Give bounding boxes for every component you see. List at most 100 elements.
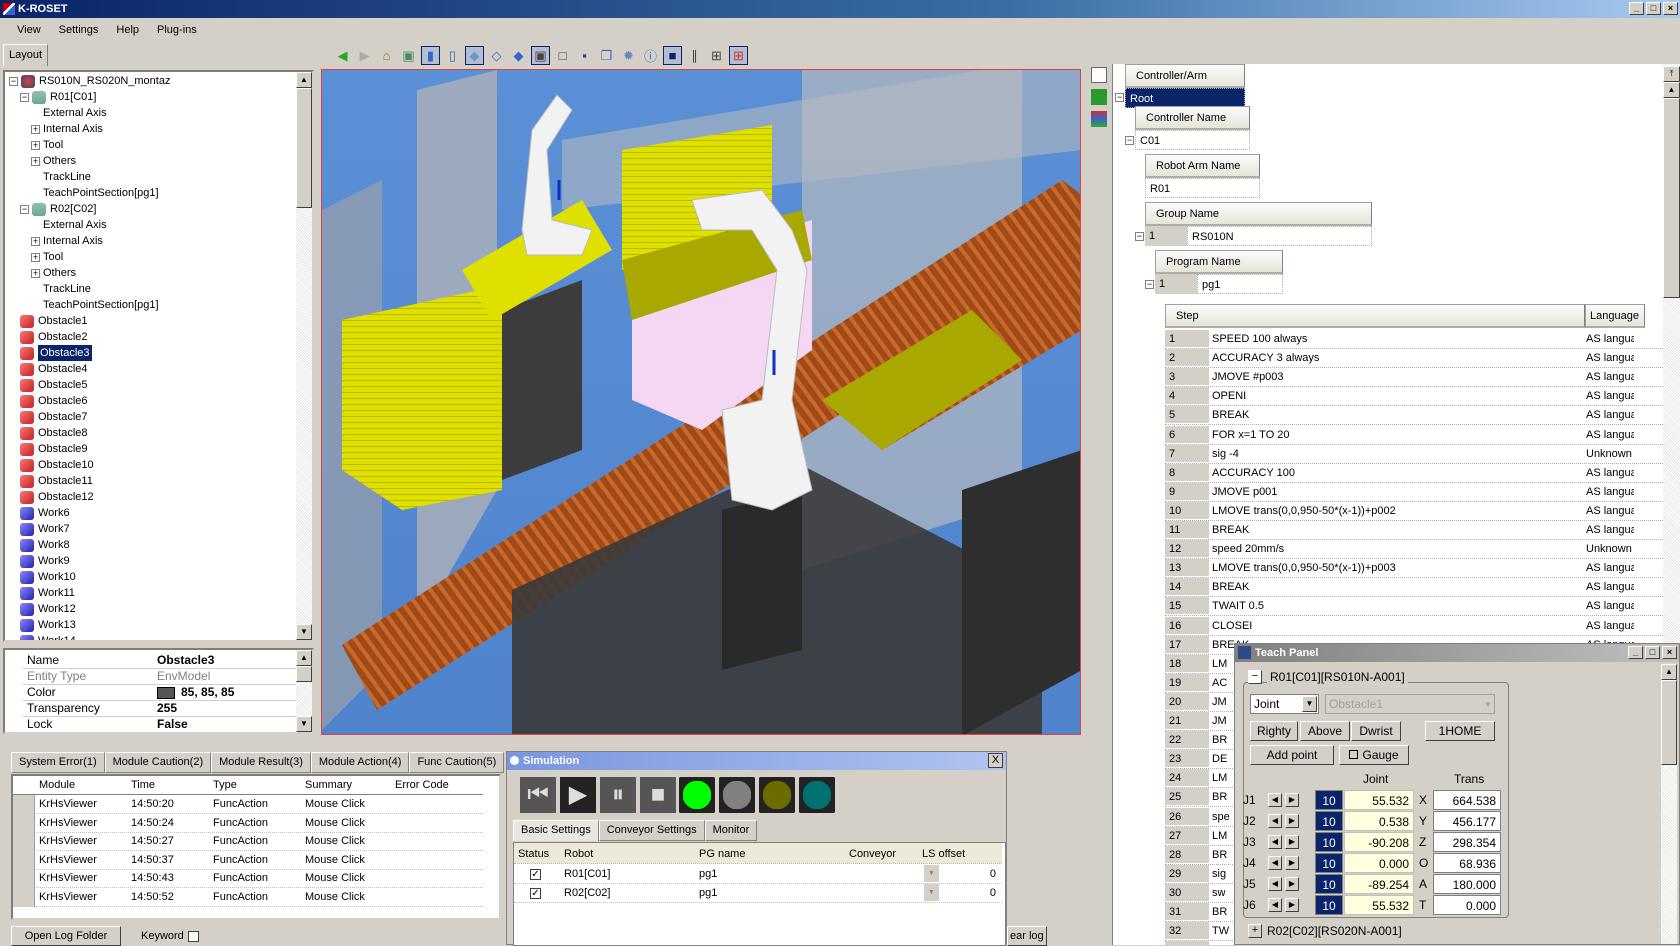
property-value[interactable]: False [157, 716, 188, 732]
scroll-down-button[interactable]: ▼ [296, 716, 312, 732]
controller-cell[interactable]: C01 [1135, 130, 1250, 150]
teach-close-button[interactable]: × [1662, 646, 1677, 659]
trans-value-field[interactable]: 298.354 [1433, 832, 1501, 852]
step-row[interactable]: 15TWAIT 0.5 AS language [1165, 597, 1680, 617]
trans-value-field[interactable]: 456.177 [1433, 811, 1501, 831]
tree-item[interactable]: + Internal Axis [31, 121, 103, 137]
expand-icon[interactable]: + [31, 236, 40, 246]
row-header[interactable] [13, 832, 35, 851]
collapse-icon[interactable]: − [9, 76, 18, 86]
column-header[interactable]: Time [131, 776, 155, 794]
step-row[interactable]: 13 LMOVE trans(0,0,950-50*(x-1))+p003 AS l… [1165, 559, 1680, 579]
expand-icon[interactable]: + [31, 268, 40, 278]
tab-layout[interactable]: Layout [3, 44, 48, 66]
robot-arm-header[interactable]: Robot Arm Name [1145, 154, 1260, 178]
log-tab[interactable]: Module Result(3) [211, 752, 311, 773]
collapse-root-icon[interactable]: − [1115, 93, 1124, 102]
copy-icon[interactable]: ❐ [597, 46, 616, 65]
property-value[interactable]: 85, 85, 85 [157, 684, 234, 701]
table-row[interactable]: KrHsViewer 14:50:27 FuncAction Mouse Click [13, 832, 483, 851]
scroll-up-button[interactable]: ▲ [296, 650, 312, 666]
conveyor-dropdown[interactable]: ▼ [924, 884, 939, 901]
jog-plus-button[interactable]: ▶ [1285, 898, 1299, 912]
joint-value-field[interactable]: -90.208 [1344, 832, 1414, 852]
joint-value-field[interactable]: 0.538 [1344, 811, 1414, 831]
table-row[interactable]: KrHsViewer 14:50:52 FuncAction Mouse Click [13, 887, 483, 907]
jog-minus-button[interactable]: ◀ [1268, 793, 1282, 807]
group-name-header[interactable]: Group Name [1145, 202, 1372, 226]
menu-settings[interactable]: Settings [50, 19, 108, 41]
dwrist-button[interactable]: Dwrist [1351, 721, 1401, 741]
tree-item[interactable]: TrackLine [31, 281, 91, 297]
row-header[interactable] [13, 850, 35, 870]
property-value[interactable]: 255 [157, 700, 177, 717]
joint-value-field[interactable]: -89.254 [1344, 874, 1414, 894]
scroll-thumb[interactable] [1661, 680, 1677, 765]
log-tab[interactable]: Module Caution(2) [104, 752, 212, 773]
jog-plus-button[interactable]: ▶ [1285, 814, 1299, 828]
row-header[interactable] [13, 869, 35, 888]
jog-minus-button[interactable]: ◀ [1268, 835, 1282, 849]
tree-item[interactable]: Obstacle4 [20, 361, 88, 377]
program-cell[interactable]: pg1 [1197, 274, 1283, 294]
step-row[interactable]: 11BREAK AS language [1165, 521, 1680, 540]
scroll-thumb[interactable] [296, 666, 312, 682]
property-row[interactable]: Transparency 255 [23, 700, 298, 717]
tree-item[interactable]: Obstacle1 [20, 313, 88, 329]
property-row[interactable]: Entity Type EnvModel [23, 668, 298, 685]
column-header[interactable]: Module [39, 776, 75, 794]
row-header[interactable] [13, 813, 35, 833]
step-row[interactable]: 6FOR x=1 TO 20 AS language [1165, 425, 1680, 445]
chevron-down-icon[interactable]: ▼ [1302, 696, 1317, 712]
dual-view-icon[interactable]: ∥ [685, 46, 704, 65]
select-icon[interactable]: ◆ [465, 46, 484, 65]
step-row[interactable]: 14BREAK AS language [1165, 578, 1680, 598]
step-header[interactable]: Step [1165, 304, 1585, 328]
property-row[interactable]: Name Obstacle3 [23, 652, 298, 669]
jog-minus-button[interactable]: ◀ [1268, 898, 1282, 912]
teach-minimize-button[interactable]: _ [1628, 646, 1643, 659]
sync-icon[interactable] [1091, 89, 1107, 105]
controller-name-header[interactable]: Controller Name [1135, 106, 1250, 130]
scroll-up-button[interactable]: ▲ [1661, 664, 1677, 680]
step-row[interactable]: 4OPENI AS language [1165, 387, 1680, 407]
program-name-header[interactable]: Program Name [1155, 250, 1283, 274]
column-header[interactable]: Error Code [395, 776, 449, 794]
tree-item[interactable]: Work14 [20, 633, 76, 640]
tree-item[interactable]: Obstacle12 [20, 489, 94, 505]
tree-item[interactable]: + Tool [31, 137, 63, 153]
simulation-tab[interactable]: Monitor [704, 820, 758, 841]
property-row[interactable]: Color 85, 85, 85 [23, 684, 298, 701]
step-row[interactable]: 2ACCURACY 3 always AS language [1165, 349, 1680, 369]
home-icon[interactable]: ⌂ [377, 46, 396, 65]
column-header[interactable]: LS offset [922, 845, 965, 863]
column-header[interactable]: Type [213, 776, 237, 794]
column-header[interactable]: Conveyor [849, 845, 896, 863]
tree-item[interactable]: + Internal Axis [31, 233, 103, 249]
pause-button[interactable]: ⏸ [600, 777, 636, 813]
expand-icon[interactable]: + [31, 140, 40, 150]
home-button[interactable]: 1HOME [1425, 721, 1495, 741]
jog-plus-button[interactable]: ▶ [1285, 793, 1299, 807]
tree-item[interactable]: TeachPointSection[pg1] [31, 185, 159, 201]
joint-value-field[interactable]: 0.000 [1344, 853, 1414, 873]
collapse-group-icon[interactable]: − [1135, 232, 1144, 241]
stop-button[interactable]: ■ [640, 777, 676, 813]
conveyor-dropdown[interactable]: ▼ [924, 865, 939, 882]
outline-icon[interactable]: □ [553, 46, 572, 65]
trans-value-field[interactable]: 180.000 [1433, 874, 1501, 894]
above-button[interactable]: Above [1300, 721, 1350, 741]
jog-plus-button[interactable]: ▶ [1285, 877, 1299, 891]
collapse-controller-icon[interactable]: − [1125, 136, 1134, 145]
pan-icon[interactable]: ◆ [509, 46, 528, 65]
menu-help[interactable]: Help [107, 19, 148, 41]
speed-field[interactable]: 10 [1315, 790, 1343, 810]
collapse-icon[interactable]: − [20, 204, 29, 214]
add-point-button[interactable]: Add point [1250, 745, 1334, 765]
tree-item[interactable]: Work8 [20, 537, 70, 553]
column-header[interactable]: PG name [699, 845, 745, 863]
color-swatch[interactable] [157, 686, 175, 699]
3d-scene[interactable] [322, 70, 1081, 735]
layout-view-icon[interactable]: ⊞ [729, 46, 748, 65]
step-row[interactable]: 5BREAK AS language [1165, 406, 1680, 426]
